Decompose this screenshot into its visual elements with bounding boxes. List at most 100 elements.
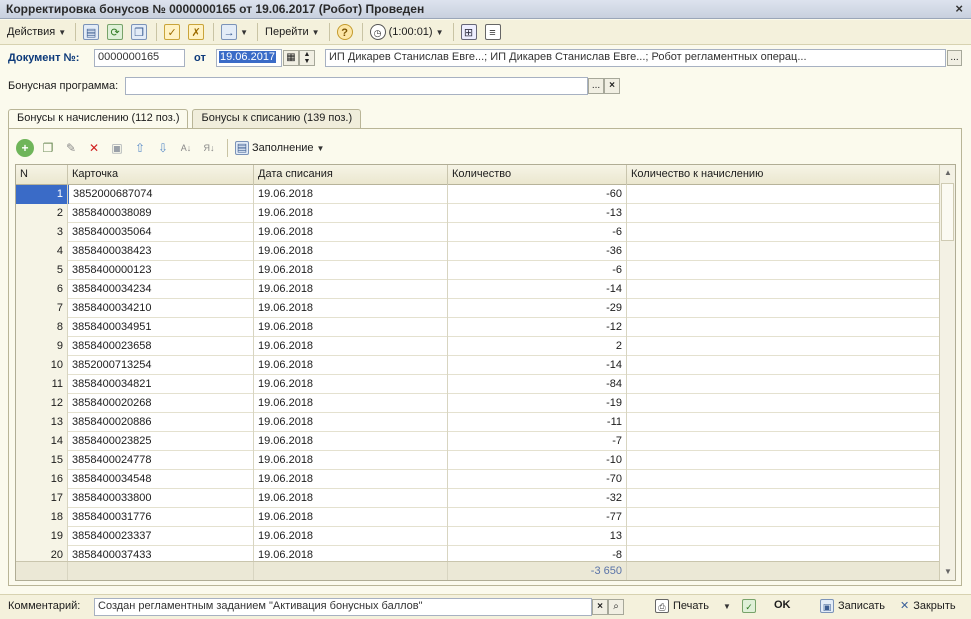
writeoff-date-cell[interactable]: 19.06.2018 bbox=[254, 299, 448, 318]
row-number-cell[interactable]: 7 bbox=[16, 299, 68, 318]
card-cell[interactable]: 3858400038089 bbox=[68, 204, 254, 223]
accrual-quantity-cell[interactable] bbox=[627, 394, 940, 413]
card-cell[interactable]: 3858400035064 bbox=[68, 223, 254, 242]
table-row[interactable]: 16 3858400034548 19.06.2018 -70 bbox=[16, 470, 940, 489]
accrual-quantity-cell[interactable] bbox=[627, 470, 940, 489]
table-row[interactable]: 17 3858400033800 19.06.2018 -32 bbox=[16, 489, 940, 508]
writeoff-date-cell[interactable]: 19.06.2018 bbox=[254, 451, 448, 470]
column-header-date[interactable]: Дата списания bbox=[254, 165, 448, 185]
row-number-cell[interactable]: 5 bbox=[16, 261, 68, 280]
card-cell[interactable]: 3858400038423 bbox=[68, 242, 254, 261]
table-row[interactable]: 10 3852000713254 19.06.2018 -14 bbox=[16, 356, 940, 375]
column-header-n[interactable]: N bbox=[16, 165, 68, 185]
column-header-card[interactable]: Карточка bbox=[68, 165, 254, 185]
quantity-cell[interactable]: -77 bbox=[448, 508, 627, 527]
card-cell[interactable]: 3858400034234 bbox=[68, 280, 254, 299]
quantity-cell[interactable]: -70 bbox=[448, 470, 627, 489]
card-cell[interactable]: 3852000713254 bbox=[68, 356, 254, 375]
copy-document-button[interactable]: ❐ bbox=[128, 22, 150, 42]
row-number-cell[interactable]: 12 bbox=[16, 394, 68, 413]
row-number-cell[interactable]: 11 bbox=[16, 375, 68, 394]
bonuses-table[interactable]: N Карточка Дата списания Количество Коли… bbox=[15, 164, 956, 581]
table-row[interactable]: 9 3858400023658 19.06.2018 2 bbox=[16, 337, 940, 356]
post-button[interactable]: ✓ bbox=[161, 22, 183, 42]
row-number-cell[interactable]: 17 bbox=[16, 489, 68, 508]
quantity-cell[interactable]: -32 bbox=[448, 489, 627, 508]
writeoff-date-cell[interactable]: 19.06.2018 bbox=[254, 223, 448, 242]
quantity-cell[interactable]: -11 bbox=[448, 413, 627, 432]
card-cell[interactable]: 3858400020886 bbox=[68, 413, 254, 432]
accrual-quantity-cell[interactable] bbox=[627, 185, 940, 204]
card-cell[interactable]: 3858400034951 bbox=[68, 318, 254, 337]
table-row[interactable]: 1 3852000687074 19.06.2018 -60 bbox=[16, 185, 940, 204]
goto-menu[interactable]: Перейти ▼ bbox=[262, 22, 323, 42]
writeoff-date-cell[interactable]: 19.06.2018 bbox=[254, 242, 448, 261]
move-up-icon[interactable]: ⇧ bbox=[131, 139, 149, 157]
accrual-quantity-cell[interactable] bbox=[627, 527, 940, 546]
quantity-cell[interactable]: -60 bbox=[448, 185, 627, 204]
quantity-cell[interactable]: -19 bbox=[448, 394, 627, 413]
accrual-quantity-cell[interactable] bbox=[627, 508, 940, 527]
tab-bonuses-writeoff[interactable]: Бонусы к списанию (139 поз.) bbox=[192, 109, 362, 129]
quantity-cell[interactable]: -7 bbox=[448, 432, 627, 451]
row-number-cell[interactable]: 15 bbox=[16, 451, 68, 470]
close-button[interactable]: ✕ Закрыть bbox=[900, 599, 956, 613]
table-row[interactable]: 13 3858400020886 19.06.2018 -11 bbox=[16, 413, 940, 432]
comment-field[interactable]: Создан регламентным заданием "Активация … bbox=[94, 598, 592, 616]
card-cell[interactable]: 3858400031776 bbox=[68, 508, 254, 527]
card-cell[interactable]: 3858400034210 bbox=[68, 299, 254, 318]
bonus-program-clear-icon[interactable]: × bbox=[604, 78, 620, 94]
end-edit-icon[interactable]: ▣ bbox=[108, 139, 126, 157]
accrual-quantity-cell[interactable] bbox=[627, 299, 940, 318]
refresh-button[interactable]: ⟳ bbox=[104, 22, 126, 42]
column-header-quantity[interactable]: Количество bbox=[448, 165, 627, 185]
date-spinner-icon[interactable]: ▲ ▼ bbox=[299, 50, 315, 66]
sort-ascending-icon[interactable]: A↓ bbox=[177, 139, 195, 157]
row-number-cell[interactable]: 14 bbox=[16, 432, 68, 451]
scroll-up-icon[interactable]: ▲ bbox=[940, 165, 955, 181]
row-number-cell[interactable]: 13 bbox=[16, 413, 68, 432]
accrual-quantity-cell[interactable] bbox=[627, 375, 940, 394]
row-number-cell[interactable]: 19 bbox=[16, 527, 68, 546]
table-row[interactable]: 15 3858400024778 19.06.2018 -10 bbox=[16, 451, 940, 470]
accrual-quantity-cell[interactable] bbox=[627, 223, 940, 242]
quantity-cell[interactable]: -6 bbox=[448, 261, 627, 280]
timer-button[interactable]: ◷ (1:00:01) ▼ bbox=[367, 22, 447, 42]
writeoff-date-cell[interactable]: 19.06.2018 bbox=[254, 527, 448, 546]
document-number-field[interactable]: 0000000165 bbox=[94, 49, 185, 67]
help-button[interactable]: ? bbox=[334, 22, 356, 42]
delete-row-icon[interactable]: ✕ bbox=[85, 139, 103, 157]
unpost-button[interactable]: ✗ bbox=[185, 22, 207, 42]
based-on-button[interactable]: → ▼ bbox=[218, 22, 251, 42]
scroll-down-icon[interactable]: ▼ bbox=[940, 564, 955, 580]
card-cell[interactable]: 3852000687074 bbox=[68, 185, 254, 204]
row-number-cell[interactable]: 1 bbox=[16, 185, 68, 204]
row-number-cell[interactable]: 3 bbox=[16, 223, 68, 242]
post-checkmark-button[interactable]: ✓ bbox=[742, 599, 760, 613]
table-row[interactable]: 8 3858400034951 19.06.2018 -12 bbox=[16, 318, 940, 337]
comment-clear-icon[interactable]: × bbox=[592, 599, 608, 615]
card-cell[interactable]: 3858400000123 bbox=[68, 261, 254, 280]
accrual-quantity-cell[interactable] bbox=[627, 356, 940, 375]
accrual-quantity-cell[interactable] bbox=[627, 413, 940, 432]
row-number-cell[interactable]: 6 bbox=[16, 280, 68, 299]
table-row[interactable]: 5 3858400000123 19.06.2018 -6 bbox=[16, 261, 940, 280]
quantity-cell[interactable]: -36 bbox=[448, 242, 627, 261]
writeoff-date-cell[interactable]: 19.06.2018 bbox=[254, 356, 448, 375]
responsible-field[interactable]: ИП Дикарев Станислав Евге...; ИП Дикарев… bbox=[325, 49, 946, 67]
quantity-cell[interactable]: -12 bbox=[448, 318, 627, 337]
post-document-button[interactable]: ▤ bbox=[80, 22, 102, 42]
writeoff-date-cell[interactable]: 19.06.2018 bbox=[254, 185, 448, 204]
edit-row-icon[interactable]: ✎ bbox=[62, 139, 80, 157]
sort-descending-icon[interactable]: Я↓ bbox=[200, 139, 218, 157]
quantity-cell[interactable]: -14 bbox=[448, 280, 627, 299]
row-number-cell[interactable]: 4 bbox=[16, 242, 68, 261]
quantity-cell[interactable]: -29 bbox=[448, 299, 627, 318]
table-row[interactable]: 3 3858400035064 19.06.2018 -6 bbox=[16, 223, 940, 242]
writeoff-date-cell[interactable]: 19.06.2018 bbox=[254, 204, 448, 223]
accrual-quantity-cell[interactable] bbox=[627, 451, 940, 470]
card-cell[interactable]: 3858400034821 bbox=[68, 375, 254, 394]
comment-search-icon[interactable]: ⌕ bbox=[608, 599, 624, 615]
card-cell[interactable]: 3858400023337 bbox=[68, 527, 254, 546]
writeoff-date-cell[interactable]: 19.06.2018 bbox=[254, 394, 448, 413]
